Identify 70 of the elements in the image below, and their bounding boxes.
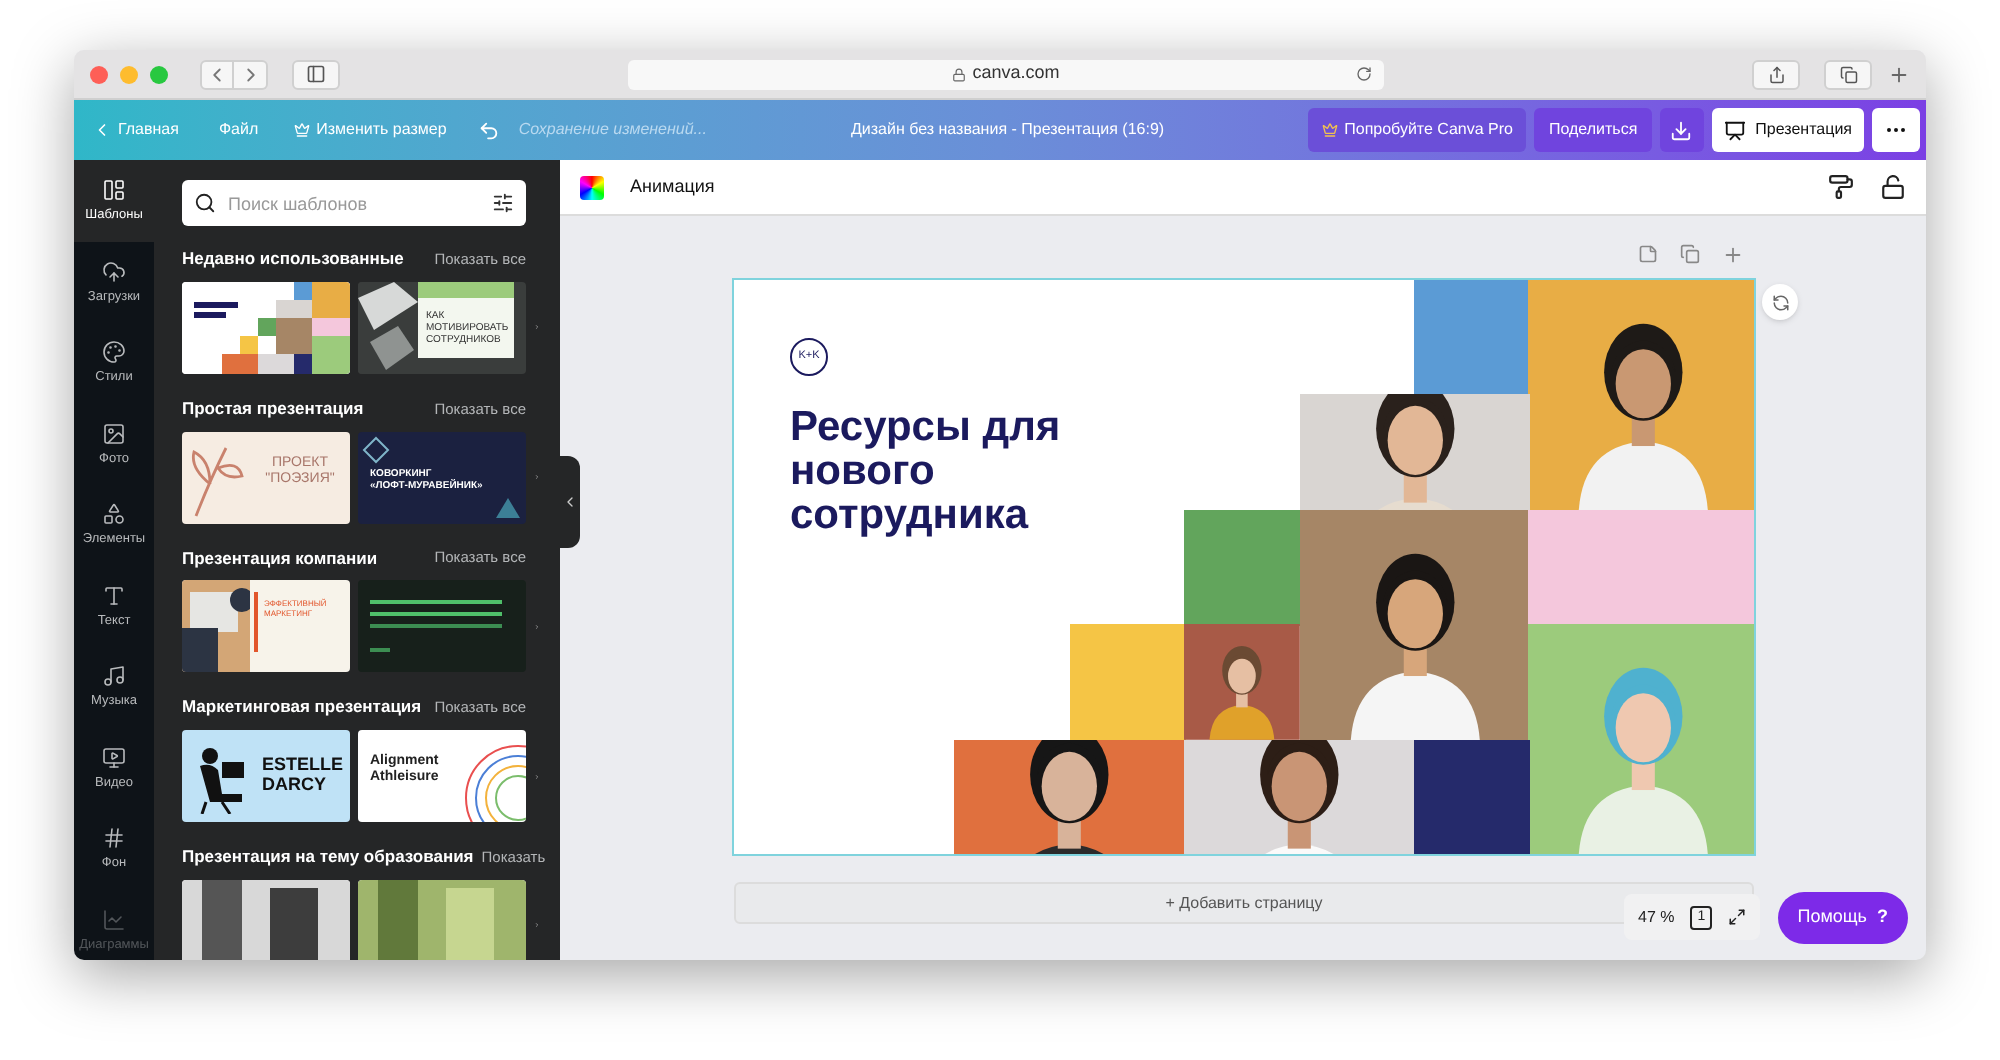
video-icon [102,745,126,770]
template-thumbnail[interactable] [182,879,350,960]
figure-drawing [194,746,246,814]
template-icon [102,178,126,203]
duplicate-icon[interactable] [1680,244,1700,264]
add-icon[interactable] [1722,244,1744,266]
more-button[interactable] [1872,108,1920,152]
presentation-icon [1723,119,1746,141]
lock-icon [952,67,967,81]
zoom-level[interactable]: 47 % [1638,905,1675,929]
reload-icon[interactable] [1356,66,1372,82]
diamond-icon [362,435,390,463]
fullscreen-icon[interactable] [1728,908,1747,926]
try-pro-button[interactable]: Попробуйте Canva Pro [1308,108,1527,152]
url-text: canva.com [972,60,1060,87]
help-button[interactable]: Помощь ? [1777,892,1908,944]
refresh-icon [1771,293,1789,311]
paint-roller-icon[interactable] [1828,174,1854,200]
section-title: Презентация компании [182,545,378,571]
template-thumbnail[interactable] [358,580,526,673]
section-title: Недавно использованные [182,246,404,272]
refresh-button[interactable] [1762,284,1798,320]
chart-icon [102,907,126,932]
section-title: Презентация на тему образования [182,844,474,870]
music-icon [102,664,126,689]
download-button[interactable] [1659,108,1704,152]
new-tab-icon[interactable] [1888,63,1910,85]
template-thumbnail[interactable] [358,879,526,960]
tabs-icon [1839,65,1857,83]
sidebar-icon [306,64,326,84]
color-icon[interactable] [580,175,604,199]
unlock-icon[interactable] [1880,174,1906,200]
shapes-icon [102,502,126,527]
back-button[interactable] [200,59,234,89]
search-field[interactable]: Поиск шаблонов [182,180,526,226]
thumbnail-title: DARCY [262,774,329,794]
palette-icon [102,340,126,365]
pattern-icon [102,826,126,851]
slide-title: Ресурсы для [790,406,1061,450]
chevron-left-icon [562,494,578,510]
image-icon [102,421,126,446]
filter-icon[interactable] [492,192,514,214]
search-icon [194,192,216,214]
template-thumbnail[interactable]: ESTELLE DARCY [182,730,350,822]
share-icon [1767,65,1785,83]
address-bar[interactable]: canva.com [628,59,1384,89]
thumbnail-title: ESTELLE [262,754,344,774]
sidebar-button[interactable] [292,59,340,89]
download-icon [1670,119,1693,141]
close-icon[interactable] [90,65,108,83]
collapse-handle[interactable] [560,456,580,548]
template-thumbnail[interactable] [182,281,350,374]
forward-button[interactable] [234,59,268,89]
text-icon [102,583,126,608]
search-input[interactable]: Поиск шаблонов [228,187,480,219]
section-title: Простая презентация [182,395,364,421]
animation-button[interactable]: Анимация [630,173,715,201]
present-button[interactable]: Презентация [1711,108,1864,152]
crown-icon [1322,122,1339,138]
save-status: Сохранение изменений... [518,118,707,142]
share-design-button[interactable]: Поделиться [1534,108,1652,152]
tabs-button[interactable] [1824,59,1872,89]
slide-title: нового [790,450,935,494]
share-button[interactable] [1752,59,1800,89]
section-title: Маркетинговая презентация [182,694,422,720]
upload-icon [102,259,126,284]
slide-title: сотрудника [790,494,1031,538]
note-icon[interactable] [1638,244,1658,264]
crown-icon [294,122,311,138]
undo-icon[interactable] [478,119,501,141]
